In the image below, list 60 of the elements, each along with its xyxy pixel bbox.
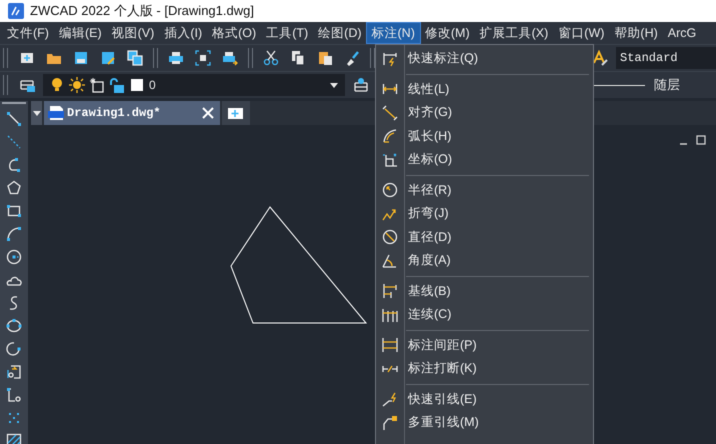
menu-item[interactable]: 编辑(E) bbox=[54, 23, 107, 43]
menu-entry[interactable]: 快速标注(Q) bbox=[408, 50, 478, 68]
circle-icon[interactable] bbox=[6, 249, 22, 265]
menu-item[interactable]: 窗口(W) bbox=[553, 23, 610, 43]
menu-item[interactable]: ArcG bbox=[662, 23, 702, 43]
menu-entry[interactable]: 折弯(J) bbox=[408, 205, 449, 222]
menu-entry[interactable]: 连续(C) bbox=[408, 306, 452, 324]
make-block-icon[interactable] bbox=[6, 387, 22, 403]
layer-name: 0 bbox=[149, 78, 156, 92]
close-icon[interactable] bbox=[200, 105, 216, 121]
layer-dropdown[interactable]: 0 bbox=[43, 74, 345, 96]
caret-icon[interactable] bbox=[31, 101, 42, 125]
point-icon[interactable] bbox=[6, 410, 22, 426]
ellipse-arc-icon[interactable] bbox=[6, 341, 22, 357]
menu-entry[interactable]: 标注打断(K) bbox=[408, 360, 477, 378]
linetype-label: 随层 bbox=[654, 76, 680, 94]
ellipse-icon[interactable] bbox=[6, 318, 22, 334]
menu-entry[interactable]: 对齐(G) bbox=[408, 104, 452, 122]
menu-item[interactable]: 修改(M) bbox=[420, 23, 475, 43]
menu-entry[interactable]: 坐标(O) bbox=[408, 151, 452, 168]
app-logo-icon bbox=[8, 3, 24, 19]
menu-entry[interactable]: 角度(A) bbox=[408, 252, 451, 270]
window-title: ZWCAD 2022 个人版 - [Drawing1.dwg] bbox=[30, 2, 254, 20]
rectangle-icon[interactable] bbox=[6, 203, 22, 219]
caret-icon bbox=[329, 80, 339, 90]
menu-item[interactable]: 帮助(H) bbox=[609, 23, 663, 43]
freeze-icon bbox=[89, 77, 105, 93]
insert-block-icon[interactable] bbox=[6, 364, 22, 380]
menu-entry[interactable]: 标注间距(P) bbox=[408, 336, 477, 354]
new-file-icon bbox=[227, 105, 245, 121]
line-icon[interactable] bbox=[6, 111, 22, 127]
pentagon-icon[interactable] bbox=[6, 180, 22, 196]
menu-entry[interactable]: 基线(B) bbox=[408, 282, 451, 300]
menu-entry[interactable]: 半径(R) bbox=[408, 182, 452, 199]
lock-icon bbox=[109, 77, 125, 93]
menu-item[interactable]: 绘图(D) bbox=[313, 23, 367, 43]
construction-line-icon[interactable] bbox=[6, 134, 22, 150]
menu-entry[interactable]: 线性(L) bbox=[408, 80, 450, 98]
menu-item[interactable]: 插入(I) bbox=[159, 23, 208, 43]
document-tab[interactable]: Drawing1.dwg* bbox=[44, 101, 220, 125]
new-tab-button[interactable] bbox=[222, 101, 250, 125]
menu-entry[interactable]: 直径(D) bbox=[408, 228, 452, 246]
sun-icon bbox=[69, 77, 85, 93]
dwg-file-icon bbox=[48, 105, 64, 121]
menu-item[interactable]: 标注(N) bbox=[366, 23, 420, 43]
menu-item[interactable]: 工具(T) bbox=[261, 23, 314, 43]
menu-item[interactable]: 文件(F) bbox=[2, 23, 54, 43]
text-style-dropdown[interactable]: Standard bbox=[616, 47, 716, 69]
menu-entry[interactable]: 多重引线(M) bbox=[408, 414, 479, 432]
color-swatch-icon bbox=[129, 77, 145, 93]
menu-entry[interactable]: 快速引线(E) bbox=[408, 390, 477, 408]
tab-label: Drawing1.dwg* bbox=[67, 106, 162, 120]
polyline-icon[interactable] bbox=[6, 157, 22, 173]
menu-item[interactable]: 扩展工具(X) bbox=[474, 23, 554, 43]
menu-item[interactable]: 视图(V) bbox=[106, 23, 160, 43]
menu-item[interactable]: 格式(O) bbox=[207, 23, 262, 43]
arc-icon[interactable] bbox=[6, 226, 22, 242]
maximize-icon[interactable] bbox=[696, 135, 706, 145]
bulb-icon bbox=[49, 77, 65, 93]
menu-entry[interactable]: 弧长(H) bbox=[408, 128, 452, 145]
